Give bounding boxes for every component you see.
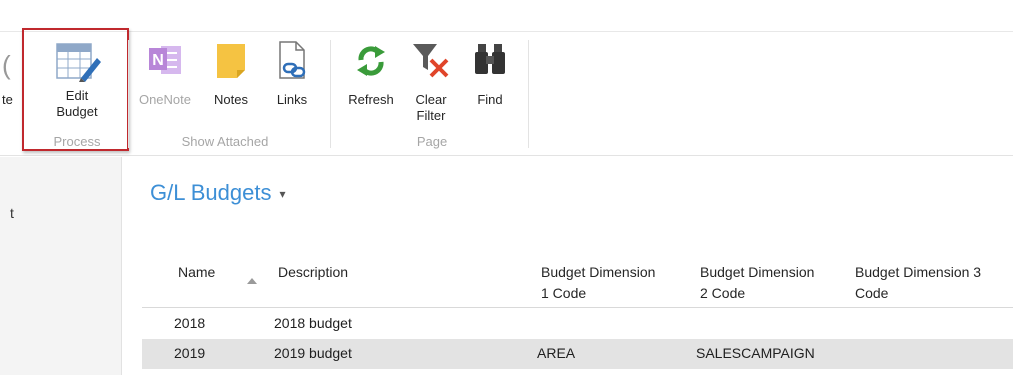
onenote-button[interactable]: N OneNote (132, 40, 198, 108)
cell-description: 2018 budget (274, 315, 352, 331)
sort-ascending-icon[interactable] (247, 278, 257, 284)
column-header-description[interactable]: Description (278, 262, 348, 283)
group-separator (528, 40, 529, 148)
column-header-name[interactable]: Name (178, 262, 215, 283)
notes-button[interactable]: Notes (200, 40, 262, 108)
link-icon (279, 41, 306, 79)
svg-text:N: N (152, 52, 164, 69)
clear-filter-icon (413, 44, 449, 78)
page-group-label: Page (416, 134, 448, 149)
cell-dim2: SALESCAMPAIGN (696, 345, 815, 361)
links-label: Links (276, 92, 308, 107)
highlight-box (22, 28, 129, 151)
binoculars-icon (475, 44, 505, 74)
note-icon (217, 44, 245, 78)
partial-ribbon-button[interactable]: ( te (0, 32, 13, 156)
cell-dim1: AREA (537, 345, 576, 361)
group-separator (330, 40, 331, 148)
cell-name[interactable]: 2019 (174, 345, 205, 361)
links-button[interactable]: Links (264, 40, 320, 108)
page-title-text: G/L Budgets (150, 180, 272, 205)
column-header-dim1[interactable]: Budget Dimension 1 Code (541, 262, 655, 304)
refresh-icon (357, 46, 385, 76)
onenote-label: OneNote (138, 92, 192, 107)
chevron-down-icon[interactable]: ▾ (279, 187, 285, 201)
table-row[interactable]: 2019 2019 budget AREA SALESCAMPAIGN (142, 339, 1013, 369)
header-divider (142, 307, 1013, 308)
refresh-label: Refresh (348, 92, 394, 107)
nav-item[interactable]: t (10, 205, 14, 221)
show-attached-group-label: Show Attached (181, 134, 269, 149)
notes-label: Notes (214, 92, 248, 107)
top-strip (0, 0, 1013, 32)
refresh-button[interactable]: Refresh (340, 40, 402, 108)
clear-filter-label: Clear Filter (415, 92, 447, 123)
partial-icon: ( (2, 50, 11, 80)
page-title[interactable]: G/L Budgets ▾ (150, 180, 286, 206)
table-row[interactable]: 2018 2018 budget (142, 309, 1013, 339)
column-header-dim2[interactable]: Budget Dimension 2 Code (700, 262, 814, 304)
navigation-pane: t (0, 157, 122, 375)
find-label: Find (477, 92, 503, 107)
cell-name[interactable]: 2018 (174, 315, 205, 331)
group-separator (128, 40, 129, 148)
partial-button-label: te (2, 92, 13, 107)
onenote-icon: N (149, 46, 181, 74)
clear-filter-button[interactable]: Clear Filter (404, 40, 458, 124)
cell-description: 2019 budget (274, 345, 352, 361)
column-header-dim3[interactable]: Budget Dimension 3 Code (855, 262, 981, 304)
find-button[interactable]: Find (462, 40, 518, 108)
